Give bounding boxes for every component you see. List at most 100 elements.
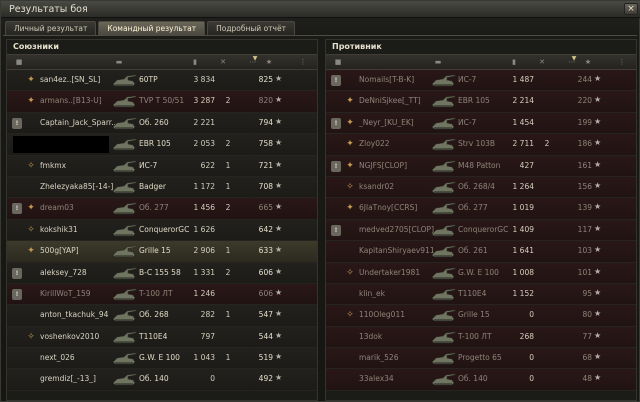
player-row[interactable]: ! ✦ _Neyr_[KU_EK] ИС-7 1 454 199 ★	[326, 112, 636, 135]
star-icon: ★	[594, 223, 602, 233]
player-name[interactable]: medved2705[CLOP]	[359, 225, 437, 234]
player-row[interactable]: anton_tkachuk_94 Об. 268 282 1 547 ★	[7, 305, 317, 327]
tank-icon	[430, 94, 456, 109]
allies-more-options-icon[interactable]: ⋮	[297, 58, 309, 66]
tab-personal-result[interactable]: Личный результат	[5, 21, 97, 35]
player-row[interactable]: gremdiz[_-13_] Об. 140 0 492 ★	[7, 369, 317, 391]
player-name[interactable]: KirillWoT_159	[40, 289, 118, 298]
xp-value: 48	[582, 374, 592, 384]
player-name[interactable]: dream03	[40, 203, 118, 212]
allies-star-header-icon: ★	[265, 58, 273, 66]
player-row[interactable]: ! medved2705[CLOP] ConquerorGC 1 409 117 ★	[326, 219, 636, 242]
player-name[interactable]: Captain_Jack_Sparr...	[40, 118, 118, 127]
xp-value: 492	[258, 374, 273, 384]
player-name[interactable]: armans..[B13-U]	[40, 96, 118, 105]
player-name[interactable]: 110Oleg011	[359, 310, 437, 319]
player-row[interactable]: ✦ DeNniSjkee[_TT] EBR 105 2 214 220 ★	[326, 91, 636, 113]
kills-value: 2	[544, 139, 550, 149]
close-button[interactable]: ×	[624, 3, 638, 15]
player-name[interactable]: kokshik31	[40, 225, 118, 234]
damage-value: 2 906	[193, 246, 215, 256]
player-row[interactable]: ! Captain_Jack_Sparr... Об. 260 2 221 794 ★	[7, 112, 317, 135]
player-name[interactable]: Zhelezyaka85[-14-]	[40, 182, 118, 191]
player-row[interactable]: ✦ san4ez..[SN_SL] 60TP 3 834 825 ★	[7, 70, 317, 92]
enemies-column-header: ■ ▬ ▮ ✕ ⋯ ★ ⋮ ▼	[326, 54, 636, 70]
player-row[interactable]: ✦ 6JlaTnoy[CCRS] Об. 277 1 019 139 ★	[326, 198, 636, 220]
allies-sort-indicator-icon[interactable]: ▼	[249, 55, 261, 63]
player-row[interactable]: ✧ Undertaker1981 G.W. E 100 1 008 101 ★	[326, 262, 636, 284]
tank-icon	[111, 180, 137, 195]
player-row[interactable]: klin_ek T110E4 1 152 95 ★	[326, 283, 636, 306]
player-row[interactable]: ✧ kokshik31 ConquerorGC 1 626 642 ★	[7, 219, 317, 242]
player-name[interactable]: Nomails[T-B-K]	[359, 75, 437, 84]
player-name[interactable]: 13dok	[359, 332, 437, 341]
player-row[interactable]: ! aleksey_728 B-C 155 58 1 331 2 606 ★	[7, 262, 317, 284]
player-name[interactable]: 6JlaTnoy[CCRS]	[359, 203, 437, 212]
player-name[interactable]: san4ez..[SN_SL]	[40, 75, 118, 84]
star-icon: ★	[594, 330, 602, 340]
player-row[interactable]: next_026 G.W. E 100 1 043 1 519 ★	[7, 348, 317, 370]
enemies-sort-indicator-icon[interactable]: ▼	[568, 55, 580, 63]
tank-name: Grille 15	[458, 310, 490, 320]
platoon-icon: !	[12, 267, 22, 279]
xp-value: 721	[258, 160, 273, 170]
player-row[interactable]: ✦ Zloy022 Strv 103B 2 711 2 186 ★	[326, 134, 636, 156]
player-row[interactable]: ! Nomails[T-B-K] ИС-7 1 487 244 ★	[326, 70, 636, 92]
xp-value: 80	[582, 310, 592, 320]
player-row[interactable]: ! ✦ NGJFS[CLOP] M48 Patton 427 161 ★	[326, 155, 636, 177]
player-name[interactable]: Undertaker1981	[359, 268, 437, 277]
player-name[interactable]: 33alex34	[359, 374, 437, 383]
damage-value: 282	[200, 310, 215, 320]
player-name[interactable]: gremdiz[_-13_]	[40, 374, 118, 383]
kills-value: 1	[225, 181, 231, 191]
player-name[interactable]: marik_526	[359, 353, 437, 362]
player-name[interactable]: _Neyr_[KU_EK]	[359, 118, 437, 127]
xp-value: 519	[258, 353, 273, 363]
player-row[interactable]: 13dok T-100 ЛТ 268 77 ★	[326, 326, 636, 349]
player-name[interactable]: aleksey_728	[40, 268, 118, 277]
player-row[interactable]: ! KirillWoT_159 T-100 ЛТ 1 246 606 ★	[7, 283, 317, 306]
achievement-badge-icon: ✦	[346, 160, 354, 171]
player-row[interactable]: marik_526 Progetto 65 0 68 ★	[326, 348, 636, 370]
xp-value: 825	[258, 75, 273, 84]
player-name[interactable]: ksandr02	[359, 182, 437, 191]
player-row[interactable]: ✦ armans..[B13-U] TVP T 50/51 3 287 2 820 ★	[7, 91, 317, 113]
player-row[interactable]: ✧ ksandr02 Об. 268/4 1 264 156 ★	[326, 176, 636, 199]
player-name[interactable]: Zloy022	[359, 139, 437, 148]
achievement-badge-icon: ✧	[346, 267, 354, 278]
player-name[interactable]: fmkmx	[40, 161, 118, 170]
tank-name: T-100 ЛТ	[139, 288, 173, 298]
player-row[interactable]: ✧ voshenkov2010 T110E4 797 544 ★	[7, 326, 317, 349]
player-name[interactable]: klin_ek	[359, 289, 437, 298]
player-name[interactable]: voshenkov2010	[40, 332, 118, 341]
player-name[interactable]: 500g[YAP]	[40, 246, 118, 255]
player-row[interactable]: ! ✦ dream03 Об. 277 1 456 2 665 ★	[7, 198, 317, 220]
player-row[interactable]: KapitanShiryaev911 Об. 261 1 641 103 ★	[326, 241, 636, 263]
xp-value: 77	[582, 331, 592, 341]
damage-value: 2 221	[193, 117, 215, 127]
player-name[interactable]: NGJFS[CLOP]	[359, 161, 437, 170]
star-icon: ★	[275, 180, 283, 190]
tab-team-result[interactable]: Командный результат	[98, 21, 206, 35]
xp-value: 758	[258, 139, 273, 149]
damage-value: 1 043	[193, 353, 215, 363]
enemies-more-options-icon[interactable]: ⋮	[616, 58, 628, 66]
player-name[interactable]: DeNniSjkee[_TT]	[359, 96, 437, 105]
tank-name: Progetto 65	[458, 353, 502, 363]
xp-value: 139	[577, 203, 592, 213]
player-name[interactable]: anton_tkachuk_94	[40, 310, 118, 319]
player-row[interactable]: ✦ 500g[YAP] Grille 15 2 906 1 633 ★	[7, 241, 317, 263]
tank-name: Об. 277	[458, 203, 488, 213]
player-row[interactable]: EBR 105 2 053 2 758 ★	[7, 134, 317, 156]
xp-value: 68	[582, 353, 592, 363]
tab-detailed-report[interactable]: Подробный отчёт	[207, 21, 295, 35]
allies-kills-header-icon: ✕	[220, 58, 226, 66]
damage-value: 0	[210, 374, 215, 384]
player-row[interactable]: 33alex34 Об. 140 0 48 ★	[326, 369, 636, 391]
star-icon: ★	[594, 287, 602, 297]
player-name[interactable]: KapitanShiryaev911	[359, 246, 437, 255]
player-name[interactable]: next_026	[40, 353, 118, 362]
player-row[interactable]: Zhelezyaka85[-14-] Badger 1 172 1 708 ★	[7, 176, 317, 199]
player-row[interactable]: ✧ 110Oleg011 Grille 15 0 80 ★	[326, 305, 636, 327]
player-row[interactable]: ✧ fmkmx ИС-7 622 1 721 ★	[7, 155, 317, 177]
